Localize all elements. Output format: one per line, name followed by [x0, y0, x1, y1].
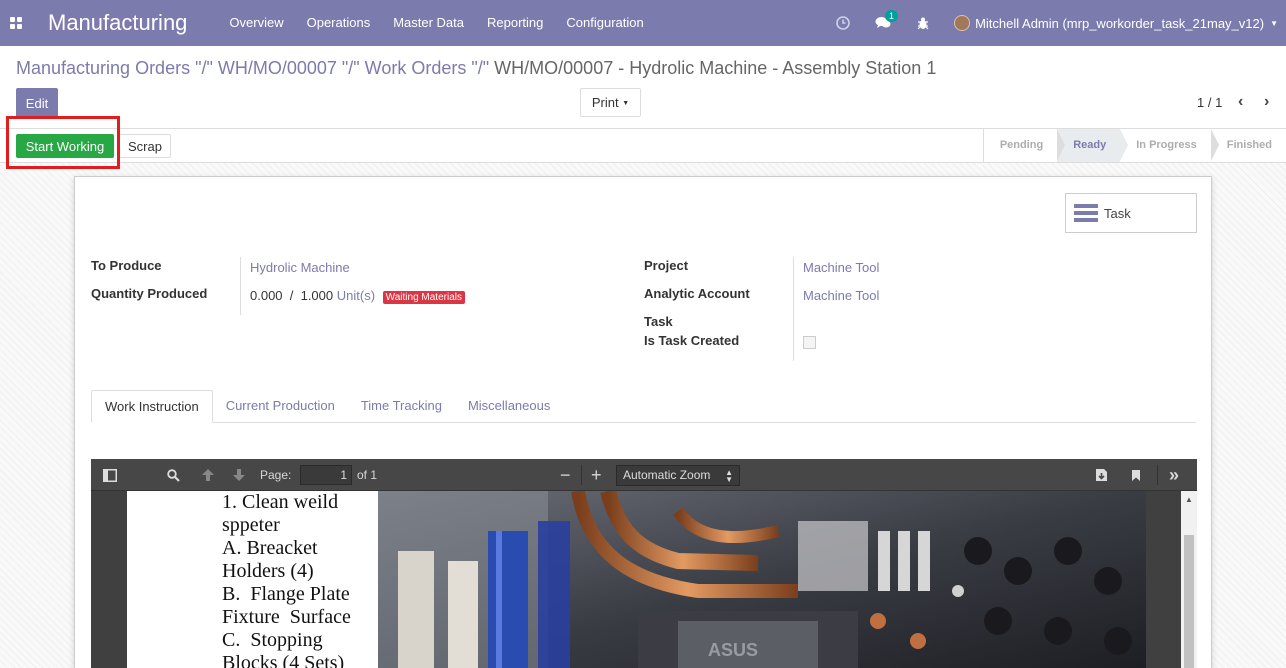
- bookmark-icon[interactable]: [1131, 459, 1141, 491]
- work-instruction-text: 1. Clean weild sppeter A. Breacket Holde…: [222, 491, 382, 668]
- arrow-up-icon[interactable]: [201, 459, 215, 491]
- stage-pipeline: Pending Ready In Progress Finished: [982, 129, 1286, 162]
- waiting-materials-badge: Waiting Materials: [382, 291, 465, 304]
- user-avatar[interactable]: [954, 15, 971, 31]
- statusbar: Start Working Scrap Pending Ready In Pro…: [0, 128, 1286, 163]
- instruction-line: Holders (4): [222, 560, 314, 582]
- quantity-produced-value: 0.000 / 1.000 Unit(s) Waiting Materials: [250, 288, 465, 304]
- messages-icon[interactable]: 1: [868, 0, 899, 46]
- arrow-down-icon[interactable]: [232, 459, 246, 491]
- is-task-created-checkbox[interactable]: [803, 336, 816, 349]
- menu-master-data[interactable]: Master Data: [393, 0, 464, 46]
- instruction-line: C. Stopping: [222, 629, 323, 651]
- download-icon[interactable]: [1095, 459, 1108, 491]
- zoom-select[interactable]: Automatic Zoom ▲ ▼: [616, 464, 740, 486]
- instruction-line: sppeter: [222, 514, 280, 536]
- task-label: Task: [644, 314, 673, 329]
- stage-pending[interactable]: Pending: [984, 129, 1066, 162]
- toolbar-separator: [1157, 465, 1158, 485]
- caret-down-icon: ▼: [622, 100, 630, 107]
- tab-work-instruction[interactable]: Work Instruction: [91, 390, 213, 423]
- analytic-account-value[interactable]: Machine Tool: [803, 288, 879, 303]
- pdf-page: 1. Clean weild sppeter A. Breacket Holde…: [127, 491, 1146, 668]
- scroll-up-icon[interactable]: ▲: [1185, 495, 1193, 504]
- instruction-line: Fixture Surface: [222, 606, 351, 628]
- scroll-thumb[interactable]: [1184, 535, 1194, 668]
- stage-ready[interactable]: Ready: [1057, 129, 1129, 162]
- pdf-viewer: Page: of 1 − + Automatic Zoom ▲▼ »: [91, 459, 1197, 668]
- toolbar-separator: [581, 465, 582, 485]
- instruction-line: 1. Clean weild: [222, 491, 339, 513]
- svg-text:ASUS: ASUS: [708, 640, 758, 660]
- notebook-tabs: Work Instruction Current Production Time…: [91, 390, 1196, 423]
- page-label: Page:: [260, 468, 292, 482]
- apps-menu-icon[interactable]: [0, 0, 32, 46]
- tab-miscellaneous[interactable]: Miscellaneous: [455, 390, 563, 423]
- project-value[interactable]: Machine Tool: [803, 260, 879, 275]
- tools-chevron-icon[interactable]: »: [1169, 459, 1179, 491]
- message-count-badge: 1: [885, 10, 899, 22]
- search-icon[interactable]: [167, 459, 180, 491]
- start-working-button[interactable]: Start Working: [16, 134, 114, 158]
- quantity-numbers: 0.000 / 1.000: [250, 288, 334, 303]
- print-button[interactable]: Print ▼: [580, 88, 641, 117]
- scrap-button[interactable]: Scrap: [119, 134, 171, 158]
- zoom-out-icon[interactable]: −: [560, 459, 571, 491]
- quantity-produced-label: Quantity Produced: [91, 286, 208, 301]
- breadcrumb: Manufacturing Orders "/" WH/MO/00007 "/"…: [16, 58, 936, 79]
- form-sheet: Task To Produce Hydrolic Machine Quantit…: [74, 176, 1212, 668]
- motherboard-photo: ASUS: [378, 491, 1146, 668]
- chevron-right-icon[interactable]: ›: [1264, 93, 1269, 111]
- field-divider: [240, 257, 241, 315]
- breadcrumb-current: WH/MO/00007 - Hydrolic Machine - Assembl…: [494, 58, 937, 78]
- sidebar-toggle-icon[interactable]: [103, 459, 117, 491]
- edit-button[interactable]: Edit: [16, 88, 58, 118]
- to-produce-label: To Produce: [91, 258, 162, 273]
- zoom-in-icon[interactable]: +: [591, 459, 602, 491]
- menu-configuration[interactable]: Configuration: [566, 0, 643, 46]
- list-icon: [1074, 204, 1098, 222]
- task-button-label: Task: [1104, 205, 1131, 221]
- breadcrumb-path-link[interactable]: Manufacturing Orders "/" WH/MO/00007 "/"…: [16, 58, 489, 78]
- pager-value[interactable]: 1 / 1: [1197, 95, 1222, 110]
- quantity-uom[interactable]: Unit(s): [337, 288, 375, 303]
- pdf-toolbar: Page: of 1 − + Automatic Zoom ▲▼ »: [91, 459, 1197, 491]
- analytic-account-label: Analytic Account: [644, 286, 750, 301]
- pdf-scrollbar[interactable]: ▲: [1181, 491, 1197, 668]
- is-task-created-label: Is Task Created: [644, 333, 740, 348]
- print-label: Print: [591, 95, 619, 110]
- page-total: of 1: [357, 468, 378, 482]
- task-smart-button[interactable]: Task: [1065, 193, 1197, 233]
- chevron-left-icon[interactable]: ‹: [1238, 93, 1243, 111]
- app-title[interactable]: Manufacturing: [48, 0, 187, 46]
- menu-reporting[interactable]: Reporting: [487, 0, 543, 46]
- activity-clock-icon[interactable]: [828, 0, 858, 46]
- to-produce-value[interactable]: Hydrolic Machine: [250, 260, 350, 275]
- stage-in-progress[interactable]: In Progress: [1120, 129, 1219, 162]
- menu-overview[interactable]: Overview: [229, 0, 283, 46]
- zoom-select-value: Automatic Zoom: [623, 468, 711, 482]
- top-navbar: Manufacturing Overview Operations Master…: [0, 0, 1286, 46]
- menu-operations[interactable]: Operations: [307, 0, 371, 46]
- project-label: Project: [644, 258, 689, 273]
- chevron-down-icon[interactable]: ▼: [1270, 19, 1278, 28]
- instruction-line: A. Breacket: [222, 537, 318, 559]
- tab-current-production[interactable]: Current Production: [213, 390, 348, 423]
- page-number-input[interactable]: [300, 465, 352, 485]
- instruction-line: B. Flange Plate: [222, 583, 350, 605]
- field-divider: [793, 257, 794, 361]
- instruction-line: Blocks (4 Sets): [222, 652, 345, 668]
- tab-time-tracking[interactable]: Time Tracking: [348, 390, 455, 423]
- select-arrows-icon: ▲ ▼: [725, 467, 733, 484]
- user-menu[interactable]: Mitchell Admin (mrp_workorder_task_21may…: [975, 16, 1264, 31]
- debug-bug-icon[interactable]: [908, 0, 938, 46]
- stage-finished[interactable]: Finished: [1211, 129, 1286, 162]
